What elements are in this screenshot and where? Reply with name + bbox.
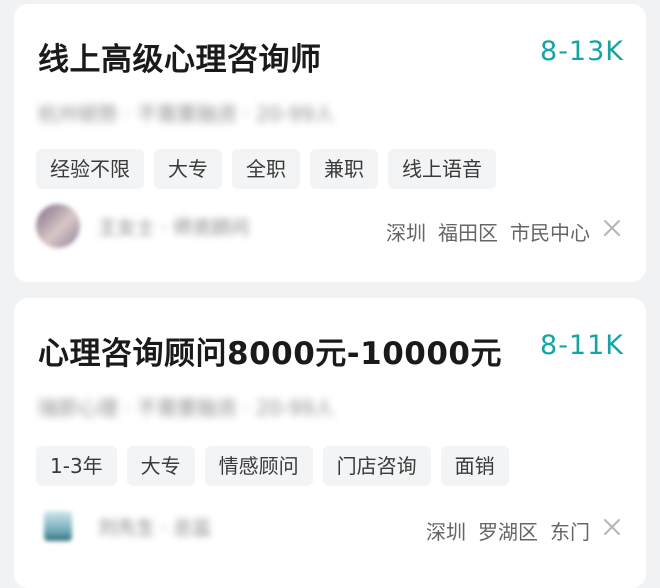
location-district: 罗湖区 (478, 520, 538, 544)
company-info: 瑞即心理 · 不需要融资 · 20-99人 (38, 396, 335, 420)
tag: 情感顾问 (204, 446, 313, 486)
location-area: 东门 (550, 520, 590, 544)
location-district: 福田区 (438, 221, 498, 245)
tag: 线上语音 (388, 149, 496, 189)
recruiter-name: 刘先生 · 总监 (98, 516, 212, 539)
tag-education: 大专 (126, 446, 195, 486)
tag: 全职 (232, 149, 300, 189)
tag-experience: 经验不限 (36, 149, 144, 189)
recruiter: 刘先生 · 总监 (36, 504, 211, 548)
salary: 8-11K (540, 330, 624, 361)
job-title: 心理咨询顾问8000元-10000元 (38, 336, 502, 372)
job-location: 深圳 罗湖区 东门 (426, 516, 590, 545)
location-city: 深圳 (426, 520, 466, 544)
avatar (36, 204, 80, 248)
tag-experience: 1-3年 (36, 446, 117, 486)
close-icon[interactable] (600, 216, 624, 240)
tag-education: 大专 (154, 149, 222, 189)
location-city: 深圳 (386, 221, 426, 245)
recruiter: 王女士 · 师资顾问 (36, 204, 249, 248)
avatar (44, 511, 72, 541)
job-location: 深圳 福田区 市民中心 (386, 217, 590, 246)
close-icon[interactable] (600, 515, 624, 539)
job-card[interactable]: 心理咨询顾问8000元-10000元 8-11K 瑞即心理 · 不需要融资 · … (14, 298, 646, 588)
tag: 兼职 (310, 149, 378, 189)
salary: 8-13K (540, 36, 624, 67)
company-info: 杭州顿势 · 不需要融资 · 20-99人 (38, 102, 335, 126)
tag: 面销 (440, 446, 509, 486)
job-card[interactable]: 线上高级心理咨询师 8-13K 杭州顿势 · 不需要融资 · 20-99人 经验… (14, 4, 646, 282)
location-area: 市民中心 (510, 221, 590, 245)
tag: 门店咨询 (322, 446, 431, 486)
job-tags: 1-3年 大专 情感顾问 门店咨询 面销 (36, 446, 509, 486)
job-tags: 经验不限 大专 全职 兼职 线上语音 (36, 149, 496, 189)
recruiter-name: 王女士 · 师资顾问 (98, 216, 250, 239)
job-title: 线上高级心理咨询师 (38, 42, 322, 78)
